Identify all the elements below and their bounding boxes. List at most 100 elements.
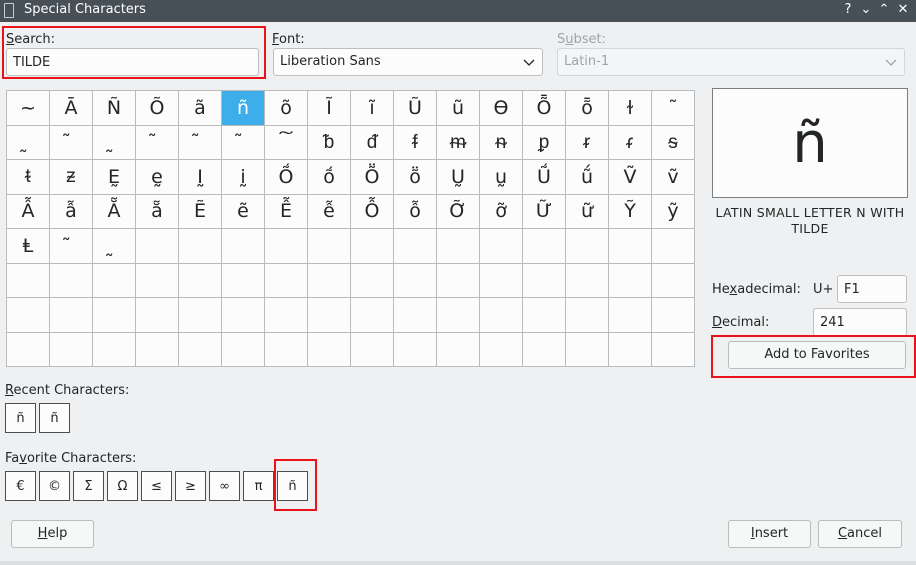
character-cell[interactable] — [93, 263, 136, 298]
character-cell[interactable]: Ṹ — [523, 160, 566, 195]
character-cell[interactable]: Ṵ — [437, 160, 480, 195]
character-cell[interactable]: Ȭ — [523, 91, 566, 126]
character-cell[interactable]: Õ — [136, 91, 179, 126]
character-cell[interactable] — [7, 332, 50, 367]
character-cell[interactable]: Ỗ — [351, 194, 394, 229]
character-cell[interactable]: ̰ — [93, 125, 136, 160]
character-cell[interactable]: ḛ — [136, 160, 179, 195]
favorite-character[interactable]: Ω — [107, 471, 138, 501]
character-cell[interactable]: Ũ — [394, 91, 437, 126]
close-icon[interactable]: ✕ — [895, 1, 911, 19]
character-cell[interactable] — [136, 229, 179, 264]
character-cell[interactable]: ḭ — [222, 160, 265, 195]
character-cell[interactable]: Ĩ — [308, 91, 351, 126]
character-cell[interactable] — [7, 298, 50, 333]
character-cell[interactable]: ̰ — [7, 125, 50, 160]
character-cell[interactable] — [308, 229, 351, 264]
character-grid[interactable]: ~ĀÑÕãñõĨĩŨũƟȬȭɫ˜̰̰̃͂̃̃͠ᵬᵭᵮᵯᵰᵱᵲᵳᵴ ᵵᵶḚḛḬḭṌṍ… — [6, 90, 695, 367]
character-cell[interactable] — [265, 298, 308, 333]
character-cell[interactable]: Ỡ — [437, 194, 480, 229]
character-cell[interactable] — [351, 229, 394, 264]
character-cell[interactable]: ẵ — [136, 194, 179, 229]
character-cell[interactable]: ᵱ — [523, 125, 566, 160]
character-cell[interactable] — [351, 263, 394, 298]
character-cell[interactable] — [437, 229, 480, 264]
character-cell[interactable]: ᵰ — [480, 125, 523, 160]
character-cell[interactable]: Ḭ — [179, 160, 222, 195]
character-cell[interactable] — [93, 298, 136, 333]
character-cell[interactable] — [480, 298, 523, 333]
character-cell[interactable] — [652, 332, 695, 367]
character-cell[interactable] — [523, 332, 566, 367]
character-cell[interactable] — [652, 229, 695, 264]
character-cell[interactable] — [179, 229, 222, 264]
character-cell[interactable]: ̃ — [50, 125, 93, 160]
character-cell[interactable]: Ṽ — [609, 160, 652, 195]
character-cell[interactable]: Ỹ — [609, 194, 652, 229]
insert-button[interactable]: Insert — [728, 520, 811, 548]
character-cell[interactable] — [308, 332, 351, 367]
character-cell[interactable]: ᵯ — [437, 125, 480, 160]
character-cell[interactable]: ̃ — [222, 125, 265, 160]
character-cell[interactable]: ͂ — [136, 125, 179, 160]
character-cell[interactable] — [179, 263, 222, 298]
character-cell[interactable] — [480, 332, 523, 367]
character-cell[interactable] — [265, 332, 308, 367]
character-cell[interactable] — [609, 298, 652, 333]
character-cell[interactable]: ᵬ — [308, 125, 351, 160]
recent-character[interactable]: ñ — [5, 403, 36, 433]
character-cell[interactable]: ṹ — [566, 160, 609, 195]
character-cell[interactable]: ᵲ — [566, 125, 609, 160]
favorite-character[interactable]: © — [39, 471, 70, 501]
character-cell[interactable] — [351, 332, 394, 367]
character-cell[interactable] — [394, 263, 437, 298]
character-cell[interactable]: Ẫ — [7, 194, 50, 229]
character-cell[interactable] — [523, 298, 566, 333]
character-cell[interactable] — [222, 229, 265, 264]
character-cell[interactable] — [351, 298, 394, 333]
character-cell[interactable] — [566, 332, 609, 367]
character-cell[interactable] — [480, 229, 523, 264]
minimize-icon[interactable]: ⌄ — [858, 1, 874, 19]
character-cell[interactable] — [566, 263, 609, 298]
character-cell[interactable] — [523, 229, 566, 264]
character-cell[interactable]: Ṏ — [351, 160, 394, 195]
character-cell[interactable] — [93, 332, 136, 367]
character-cell[interactable] — [394, 332, 437, 367]
character-cell[interactable]: ỡ — [480, 194, 523, 229]
help-button[interactable]: Help — [11, 520, 94, 548]
character-cell[interactable]: Ṍ — [265, 160, 308, 195]
help-icon[interactable]: ? — [840, 1, 856, 19]
character-cell[interactable]: ~ — [7, 91, 50, 126]
character-cell[interactable]: Ā — [50, 91, 93, 126]
character-cell[interactable]: Ⱡ — [7, 229, 50, 264]
character-cell[interactable]: ễ — [308, 194, 351, 229]
character-cell[interactable]: ẫ — [50, 194, 93, 229]
character-cell[interactable]: Ḛ — [93, 160, 136, 195]
character-cell[interactable] — [50, 263, 93, 298]
character-cell[interactable]: ṽ — [652, 160, 695, 195]
character-cell[interactable]: ᵴ — [652, 125, 695, 160]
character-cell[interactable]: ̃ — [50, 229, 93, 264]
character-cell[interactable] — [222, 332, 265, 367]
character-cell[interactable] — [437, 298, 480, 333]
character-cell[interactable] — [265, 263, 308, 298]
character-cell[interactable]: ã — [179, 91, 222, 126]
character-cell[interactable]: ũ — [437, 91, 480, 126]
character-cell[interactable]: ữ — [566, 194, 609, 229]
character-cell[interactable]: ˜ — [652, 91, 695, 126]
character-cell[interactable] — [523, 263, 566, 298]
character-cell[interactable]: Ễ — [265, 194, 308, 229]
decimal-input[interactable] — [813, 308, 907, 336]
character-cell[interactable]: ṍ — [308, 160, 351, 195]
character-cell[interactable]: ỹ — [652, 194, 695, 229]
character-cell[interactable] — [179, 298, 222, 333]
character-cell[interactable] — [50, 298, 93, 333]
character-cell[interactable]: ̰ — [93, 229, 136, 264]
character-cell[interactable] — [136, 298, 179, 333]
character-cell[interactable] — [394, 298, 437, 333]
maximize-icon[interactable]: ⌃ — [876, 1, 892, 19]
character-cell[interactable]: Ẵ — [93, 194, 136, 229]
character-cell[interactable]: ᵭ — [351, 125, 394, 160]
character-cell[interactable]: ͠ — [265, 125, 308, 160]
